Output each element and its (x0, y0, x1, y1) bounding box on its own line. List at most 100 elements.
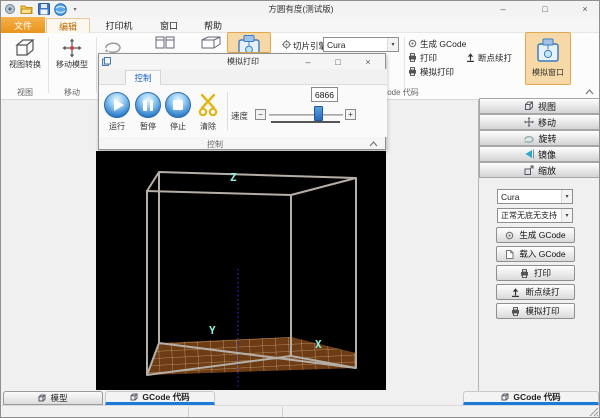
view-transform-button[interactable] (3, 36, 47, 60)
maximize-button[interactable]: □ (527, 1, 563, 17)
stop-button[interactable] (165, 92, 191, 118)
print-button[interactable]: 打印 (408, 52, 437, 63)
tab-model[interactable]: 模型 (3, 391, 103, 405)
pause-icon (150, 100, 154, 111)
stop-icon (173, 100, 183, 110)
move-model-button[interactable] (50, 36, 94, 60)
ribbon-separator (96, 37, 97, 93)
pause-button[interactable] (135, 92, 161, 118)
cube-icon (14, 38, 36, 58)
status-bar (1, 405, 600, 418)
ribbon-separator (404, 37, 405, 93)
move-arrows-icon (62, 38, 82, 58)
run-button[interactable] (104, 92, 130, 118)
sidebar-item-view[interactable]: 视图 (479, 98, 600, 114)
speed-label: 速度 (231, 110, 248, 122)
app-window: ▾ 方圆有度(测试版) – □ × 文件 编辑 打印机 窗口 帮助 视图转换 视… (0, 0, 600, 418)
close-button[interactable]: × (569, 1, 600, 17)
mirror-icon (524, 149, 534, 159)
tab-edit[interactable]: 编辑 (46, 18, 90, 33)
axis-y-label: Y (209, 324, 216, 337)
gear-icon (505, 231, 514, 240)
status-divider (282, 407, 283, 418)
tab-gcode-left[interactable]: GCode 代码 (105, 391, 215, 405)
generate-gcode-button[interactable]: 生成 GCode (408, 38, 466, 49)
sidebar-mode-value: 正常无底无支持 (501, 210, 557, 221)
printer-icon (408, 53, 417, 62)
sidebar-engine-combo[interactable]: Cura ▾ (497, 189, 573, 204)
sim-print-ribbon-button[interactable] (227, 32, 271, 53)
pause-label: 暂停 (131, 121, 165, 132)
printer-icon (520, 269, 529, 278)
file-icon (505, 250, 514, 259)
sidebar-load-gcode-button[interactable]: 载入 GCode (496, 246, 575, 262)
resize-grip[interactable] (589, 407, 599, 418)
rotate-model-icon[interactable] (101, 39, 125, 54)
speed-slider-thumb[interactable] (314, 106, 323, 121)
sidebar-item-move[interactable]: 移动 (479, 114, 600, 130)
clear-button[interactable] (195, 92, 221, 118)
view-group-label: 视图 (3, 87, 47, 98)
cube-icon (130, 393, 138, 401)
stop-label: 停止 (161, 121, 195, 132)
speed-value-box: 6866 (311, 87, 338, 102)
build-plate-grid (147, 337, 356, 375)
sidebar-print-button[interactable]: 打印 (496, 265, 575, 281)
move-model-label[interactable]: 移动模型 (50, 59, 94, 70)
ribbon-tab-bar (1, 17, 600, 33)
sim-separator (227, 92, 228, 130)
speed-plus-button[interactable]: + (345, 109, 356, 120)
tab-printer[interactable]: 打印机 (93, 17, 145, 33)
resume-print-button[interactable]: 断点续打 (466, 52, 512, 63)
sim-print-button[interactable]: 模拟打印 (408, 66, 454, 77)
sidebar-generate-gcode-button[interactable]: 生成 GCode (496, 227, 575, 243)
sim-close-button[interactable]: × (355, 55, 381, 68)
perspective-view-icon[interactable] (199, 35, 223, 49)
printer-3d-icon (526, 33, 570, 67)
sim-window-toggle-label: 模拟窗口 (526, 67, 570, 78)
cube-icon (524, 101, 534, 111)
chevron-down-icon[interactable]: ▾ (387, 38, 398, 51)
axis-z-label: Z (230, 171, 237, 184)
tab-gcode-right[interactable]: GCode 代码 (463, 391, 599, 405)
sidebar-item-mirror[interactable]: 镜像 (479, 146, 600, 162)
resume-arrow-icon (511, 288, 520, 297)
speed-slider-track[interactable] (269, 114, 343, 116)
chevron-down-icon[interactable]: ▾ (561, 209, 572, 222)
chevron-down-icon[interactable]: ▾ (561, 190, 572, 203)
cube-icon (501, 393, 509, 401)
printer-icon (408, 67, 417, 76)
sim-window-toggle-button[interactable]: 模拟窗口 (525, 32, 571, 85)
slicing-engine-combo[interactable]: Cura ▾ (323, 37, 399, 52)
ribbon-collapse-icon[interactable] (583, 87, 595, 96)
tab-file[interactable]: 文件 (1, 17, 45, 33)
view-transform-label[interactable]: 视图转换 (1, 59, 49, 70)
axis-x-label: X (315, 338, 322, 351)
speed-progress-line (271, 121, 340, 123)
scale-icon (524, 165, 534, 175)
sidebar-item-scale[interactable]: 缩放 (479, 162, 600, 178)
printer-icon (511, 307, 520, 316)
tab-window[interactable]: 窗口 (147, 17, 191, 33)
run-label: 运行 (100, 121, 134, 132)
clear-label: 清除 (191, 121, 225, 132)
move-group-label: 移动 (50, 87, 94, 98)
sidebar-resume-print-button[interactable]: 断点续打 (496, 284, 575, 300)
sim-control-group-label: 控制 (187, 139, 243, 150)
sim-tab-control[interactable]: 控制 (125, 70, 161, 85)
sidebar-mode-combo[interactable]: 正常无底无支持 ▾ (497, 208, 573, 223)
viewport-3d[interactable]: Z Y X (96, 151, 386, 390)
sim-minimize-button[interactable]: – (295, 55, 321, 68)
gear-icon (408, 39, 417, 48)
slicing-engine-label: 切片引擎 (293, 40, 327, 52)
ribbon-separator (48, 37, 49, 93)
tab-help[interactable]: 帮助 (191, 17, 235, 33)
sidebar-item-rotate[interactable]: 旋转 (479, 130, 600, 146)
minimize-button[interactable]: – (485, 1, 521, 17)
sim-print-window: 模拟打印 – □ × 控制 运行 暂停 停止 清除 速度 − + 6866 控制 (98, 53, 386, 150)
sidebar-sim-print-button[interactable]: 模拟打印 (496, 303, 575, 319)
sim-collapse-icon[interactable] (367, 139, 379, 148)
arrange-windows-icon[interactable] (153, 35, 177, 49)
sim-maximize-button[interactable]: □ (325, 55, 351, 68)
speed-minus-button[interactable]: − (255, 109, 266, 120)
